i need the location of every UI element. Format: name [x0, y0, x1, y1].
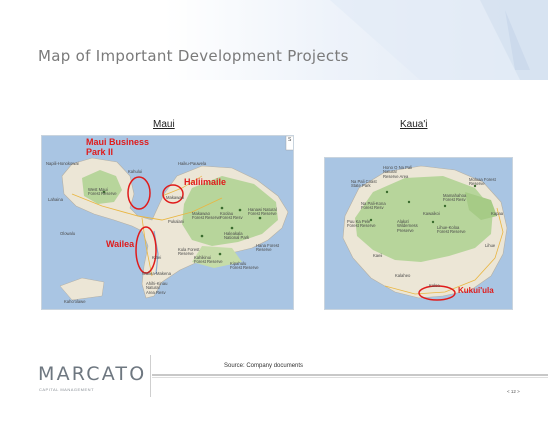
maui-label-hana: Hana Forest Reserve — [256, 243, 280, 253]
maui-heading: Maui — [153, 119, 175, 130]
maui-label-west-maui: West Maui Forest Reserve — [88, 187, 117, 197]
kauai-label-lihue: Lihue — [485, 243, 496, 248]
header-decoration — [330, 0, 548, 80]
maui-map: S Napili-Honokowai Lahaina West Maui For… — [41, 135, 294, 310]
footer-divider — [150, 355, 151, 397]
kauai-heading: Kaua'i — [400, 119, 428, 130]
kauai-label-kaeii: Kaeii — [373, 253, 383, 258]
page-number: < 12 > — [507, 389, 520, 394]
header-band — [0, 0, 548, 80]
kauai-label-kapaa: Kapaa — [491, 211, 504, 216]
maui-label-napili: Napili-Honokowai — [46, 161, 79, 166]
kauai-label-mamahahoa: Mamahahoa Forest Resv — [443, 193, 467, 203]
maui-label-pukalani: Pukalani — [168, 219, 185, 224]
maui-scale-mark: S — [288, 137, 292, 143]
footer-rule-secondary — [152, 377, 548, 378]
company-logo-subtitle: CAPITAL MANAGEMENT — [39, 387, 95, 392]
kauai-label-hono: Hono O Na Pali Natural Reserve Area — [383, 165, 413, 179]
wailea-label: Wailea — [106, 239, 135, 249]
maui-label-kahikinui: Kahikinui Forest Reserve — [194, 255, 223, 265]
kauai-label-alakai: Alaka'i Wilderness Preserve — [397, 219, 418, 233]
source-note: Source: Company documents — [224, 363, 304, 369]
kauai-label-kawaikoi: Kawaikoi — [423, 211, 440, 216]
maui-label-kihei: Kihei — [152, 255, 162, 260]
maui-label-lahaina: Lahaina — [48, 197, 63, 202]
kauai-label-napali: Na Pali Coast State Park — [351, 179, 377, 189]
slide-title: Map of Important Development Projects — [38, 47, 349, 65]
maui-label-olowalu: Olowalu — [60, 231, 76, 236]
kukuiula-label: Kukui'ula — [458, 286, 494, 295]
kauai-label-puu: Puu Ka Pele Forest Reserve — [347, 219, 376, 229]
maui-business-park-label: Maui Business Park II — [86, 137, 150, 157]
maui-label-makena: Wailea-Makena — [142, 271, 171, 276]
maui-label-haleakala: Haleakala National Park — [224, 231, 250, 241]
haliimaile-label: Haliimaile — [184, 177, 227, 187]
kauai-label-moloaa: Moloaa Forest Reserve — [469, 177, 496, 187]
maui-label-makawao: Makawao — [166, 195, 184, 200]
maui-label-hanawi: Hanawi Natural Forest Reserve — [248, 207, 277, 217]
kauai-label-lihue-koloa: Lihue-Koloa Forest Reserve — [437, 225, 466, 235]
maui-label-ahihi: Ahihi-Kinau Natural Area Resv — [146, 281, 168, 295]
maui-label-haiku: Haiku-Pauwela — [178, 161, 207, 166]
maui-label-koolau: Koolau Forest Resv — [220, 211, 243, 221]
maui-label-makawao-fr: Makawao Forest Reserve — [192, 211, 221, 221]
company-logo: MARCATO — [38, 363, 147, 385]
kauai-label-napalikona: Na Pali-Kona Forest Resv — [361, 201, 386, 211]
maui-label-kipahulu: Kipahulu Forest Reserve — [230, 261, 259, 271]
maui-label-kahului: Kahului — [128, 169, 142, 174]
kauai-label-koloa: Koloa — [429, 283, 440, 288]
kauai-map: Hono O Na Pali Natural Reserve Area Na P… — [324, 157, 513, 310]
kauai-label-kalaheo: Kalaheo — [395, 273, 411, 278]
footer-rule — [152, 374, 548, 376]
maui-label-kahoolawe: Kaho'olawe — [64, 299, 86, 304]
